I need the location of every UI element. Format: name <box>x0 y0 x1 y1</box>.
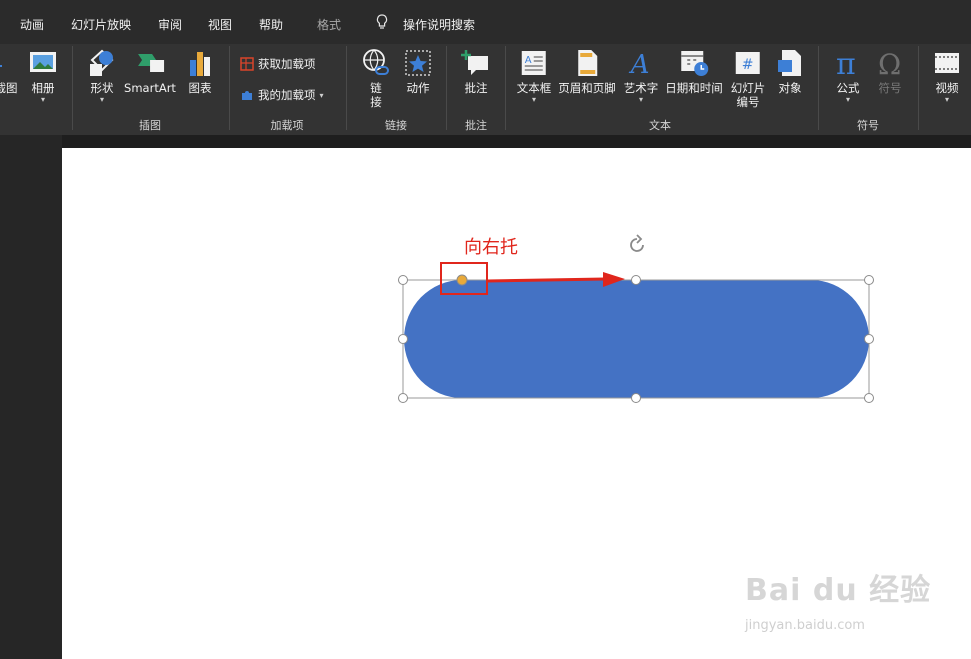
resize-handle-top-left[interactable] <box>398 275 408 285</box>
resize-handle-bottom-left[interactable] <box>398 393 408 403</box>
resize-handle-right[interactable] <box>864 334 874 344</box>
resize-handle-bottom-right[interactable] <box>864 393 874 403</box>
watermark-url: jingyan.baidu.com <box>745 618 865 633</box>
rotate-handle-icon[interactable] <box>630 234 644 252</box>
adjustment-handle[interactable] <box>456 274 468 286</box>
resize-handle-top-right[interactable] <box>864 275 874 285</box>
resize-handle-bottom[interactable] <box>631 393 641 403</box>
resize-handle-top[interactable] <box>631 275 641 285</box>
watermark-logo: Bai du 经验 <box>745 573 932 608</box>
resize-handle-left[interactable] <box>398 334 408 344</box>
rounded-rectangle-shape[interactable] <box>404 280 869 398</box>
annotation-text: 向右托 <box>464 237 518 258</box>
slide-overlay <box>398 234 874 403</box>
